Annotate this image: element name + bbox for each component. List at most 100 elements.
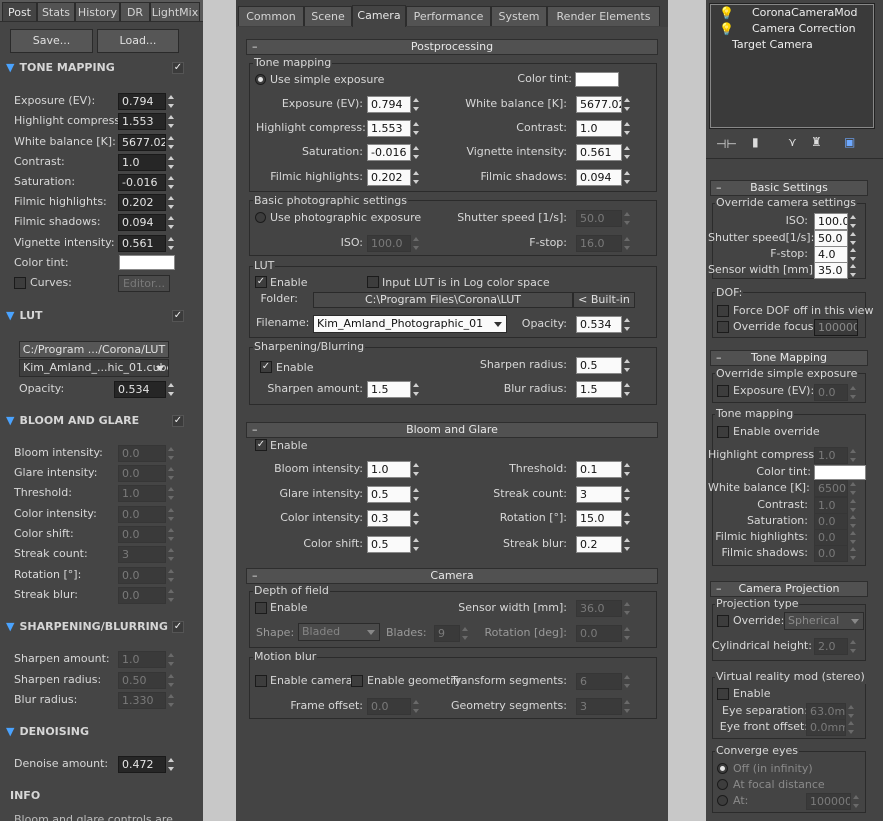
spinner-arrows-icon[interactable] <box>166 546 176 563</box>
spinner-arrows-icon[interactable] <box>622 96 632 113</box>
enable-override-checkbox[interactable] <box>717 426 729 438</box>
right-contrast-spinner[interactable]: 1.0 <box>814 497 858 514</box>
mid-bloom-spinner[interactable]: 1.0 <box>367 461 421 478</box>
override-focus-checkbox[interactable] <box>717 321 729 333</box>
right-cyl-spinner[interactable]: 2.0 <box>814 638 858 655</box>
mid-rotation-spinner[interactable]: 15.0 <box>576 510 632 527</box>
spinner-arrows-icon[interactable] <box>411 144 421 161</box>
spinner-arrows-icon[interactable] <box>166 235 176 252</box>
denoising-header[interactable]: ▼ DENOISING <box>6 725 89 738</box>
mid-glare-spinner[interactable]: 0.5 <box>367 486 421 503</box>
camera-rollout-header[interactable]: – Camera <box>246 568 658 584</box>
left-bloom-3-spinner[interactable]: 0.0 <box>118 506 176 523</box>
color-tint-swatch[interactable] <box>119 255 175 270</box>
shape-dropdown[interactable]: Bladed <box>298 623 380 641</box>
spinner-arrows-icon[interactable] <box>622 486 632 503</box>
tab-scene[interactable]: Scene <box>304 6 352 26</box>
spinner-arrows-icon[interactable] <box>166 113 176 130</box>
spinner-arrows-icon[interactable] <box>622 235 632 252</box>
left-sharp-0-spinner[interactable]: 1.0 <box>118 651 176 668</box>
mid-transform-seg-spinner[interactable]: 6 <box>576 673 632 690</box>
info-header[interactable]: INFO <box>10 789 40 802</box>
converge-at-radio[interactable] <box>717 795 728 806</box>
spinner-arrows-icon[interactable] <box>411 235 421 252</box>
denoise-spinner[interactable]: 0.472 <box>118 756 176 773</box>
left-bloom-1-spinner[interactable]: 0.0 <box>118 465 176 482</box>
lut-log-checkbox[interactable] <box>367 276 379 288</box>
right-wb-spinner[interactable]: 6500.0 <box>814 480 858 497</box>
spinner-arrows-icon[interactable] <box>622 210 632 227</box>
left-bloom-5-spinner[interactable]: 3 <box>118 546 176 563</box>
spinner-arrows-icon[interactable] <box>166 485 176 502</box>
converge-off-radio[interactable] <box>717 763 728 774</box>
mid-contrast-spinner[interactable]: 1.0 <box>576 120 632 137</box>
left-tone-6-spinner[interactable]: 0.094 <box>118 214 176 231</box>
right-fh-spinner[interactable]: 0.0 <box>814 529 858 546</box>
left-bloom-0-spinner[interactable]: 0.0 <box>118 445 176 462</box>
right-fstop-spinner[interactable]: 4.0 <box>814 246 858 263</box>
tone-mapping-enable-checkbox[interactable]: ✓ <box>172 62 184 74</box>
mid-opacity-spinner[interactable]: 0.534 <box>576 316 632 333</box>
sharpening-header[interactable]: ▼ SHARPENING/BLURRING <box>6 620 168 633</box>
tab-post[interactable]: Post <box>2 2 37 21</box>
lut-file-dropdown[interactable]: Kim_Amland_...hic_01.cube <box>19 359 169 377</box>
mid-hc-spinner[interactable]: 1.553 <box>367 120 421 137</box>
enable-geometry-checkbox[interactable] <box>351 675 363 687</box>
simple-exposure-radio[interactable] <box>255 74 266 85</box>
mid-threshold-spinner[interactable]: 0.1 <box>576 461 632 478</box>
stack-item-corona-camera-mod[interactable]: CoronaCameraMod <box>752 6 858 20</box>
builtin-button[interactable]: < Built-in <box>573 292 635 308</box>
spinner-arrows-icon[interactable] <box>622 625 632 642</box>
mid-sensor-spinner[interactable]: 36.0 <box>576 600 632 617</box>
basic-settings-rollout[interactable]: – Basic Settings <box>710 180 868 196</box>
mid-fs-spinner[interactable]: 0.094 <box>576 169 632 186</box>
mid-shutter-spinner[interactable]: 50.0 <box>576 210 632 227</box>
tab-history[interactable]: History <box>75 2 120 21</box>
curves-checkbox[interactable] <box>14 277 26 289</box>
spinner-arrows-icon[interactable] <box>166 214 176 231</box>
left-bloom-2-spinner[interactable]: 1.0 <box>118 485 176 502</box>
right-hc-spinner[interactable]: 1.0 <box>814 447 858 464</box>
spinner-arrows-icon[interactable] <box>411 381 421 398</box>
exposure-override-checkbox[interactable] <box>717 385 729 397</box>
mid-sharpen-amount-spinner[interactable]: 1.5 <box>367 381 421 398</box>
spinner-arrows-icon[interactable] <box>848 545 858 562</box>
converge-focal-radio[interactable] <box>717 779 728 790</box>
configure-sets-icon[interactable]: ▣ <box>844 135 855 149</box>
left-tone-5-spinner[interactable]: 0.202 <box>118 194 176 211</box>
lut-opacity-spinner[interactable]: 0.534 <box>114 381 176 398</box>
mid-iso-spinner[interactable]: 100.0 <box>367 235 421 252</box>
left-tone-7-spinner[interactable]: 0.561 <box>118 235 176 252</box>
converge-at-spinner[interactable]: 100000. <box>806 793 861 810</box>
mid-fstop-spinner[interactable]: 16.0 <box>576 235 632 252</box>
tone-mapping-rollout[interactable]: – Tone Mapping <box>710 350 868 366</box>
spinner-arrows-icon[interactable] <box>411 120 421 137</box>
lut-enable-checkbox[interactable]: ✓ <box>255 276 267 288</box>
mid-wb-spinner[interactable]: 5677.02 <box>576 96 632 113</box>
spinner-arrows-icon[interactable] <box>166 651 176 668</box>
projection-dropdown[interactable]: Spherical <box>784 612 864 630</box>
spinner-arrows-icon[interactable] <box>622 144 632 161</box>
spinner-arrows-icon[interactable] <box>411 698 421 715</box>
spinner-arrows-icon[interactable] <box>846 719 856 736</box>
spinner-arrows-icon[interactable] <box>622 536 632 553</box>
spinner-arrows-icon[interactable] <box>848 246 858 263</box>
spinner-arrows-icon[interactable] <box>848 213 858 230</box>
spinner-arrows-icon[interactable] <box>166 134 176 151</box>
spinner-arrows-icon[interactable] <box>411 510 421 527</box>
remove-modifier-icon[interactable]: ♜ <box>811 135 822 149</box>
dof-enable-checkbox[interactable] <box>255 602 267 614</box>
tab-render-elements[interactable]: Render Elements <box>547 6 660 26</box>
bloom-enable-checkbox[interactable]: ✓ <box>172 415 184 427</box>
spinner-arrows-icon[interactable] <box>622 381 632 398</box>
right-exposure-spin-spinner[interactable]: 0.0 <box>814 384 858 401</box>
bloom-glare-rollout-header[interactable]: – Bloom and Glare <box>246 422 658 438</box>
right-tint-swatch[interactable] <box>814 465 866 480</box>
spinner-arrows-icon[interactable] <box>848 529 858 546</box>
mid-exposure-spinner[interactable]: 0.794 <box>367 96 421 113</box>
spinner-arrows-icon[interactable] <box>166 567 176 584</box>
tab-performance[interactable]: Performance <box>406 6 491 26</box>
mid-color-int-spinner[interactable]: 0.3 <box>367 510 421 527</box>
camera-projection-rollout[interactable]: – Camera Projection <box>710 581 868 597</box>
spinner-arrows-icon[interactable] <box>166 465 176 482</box>
